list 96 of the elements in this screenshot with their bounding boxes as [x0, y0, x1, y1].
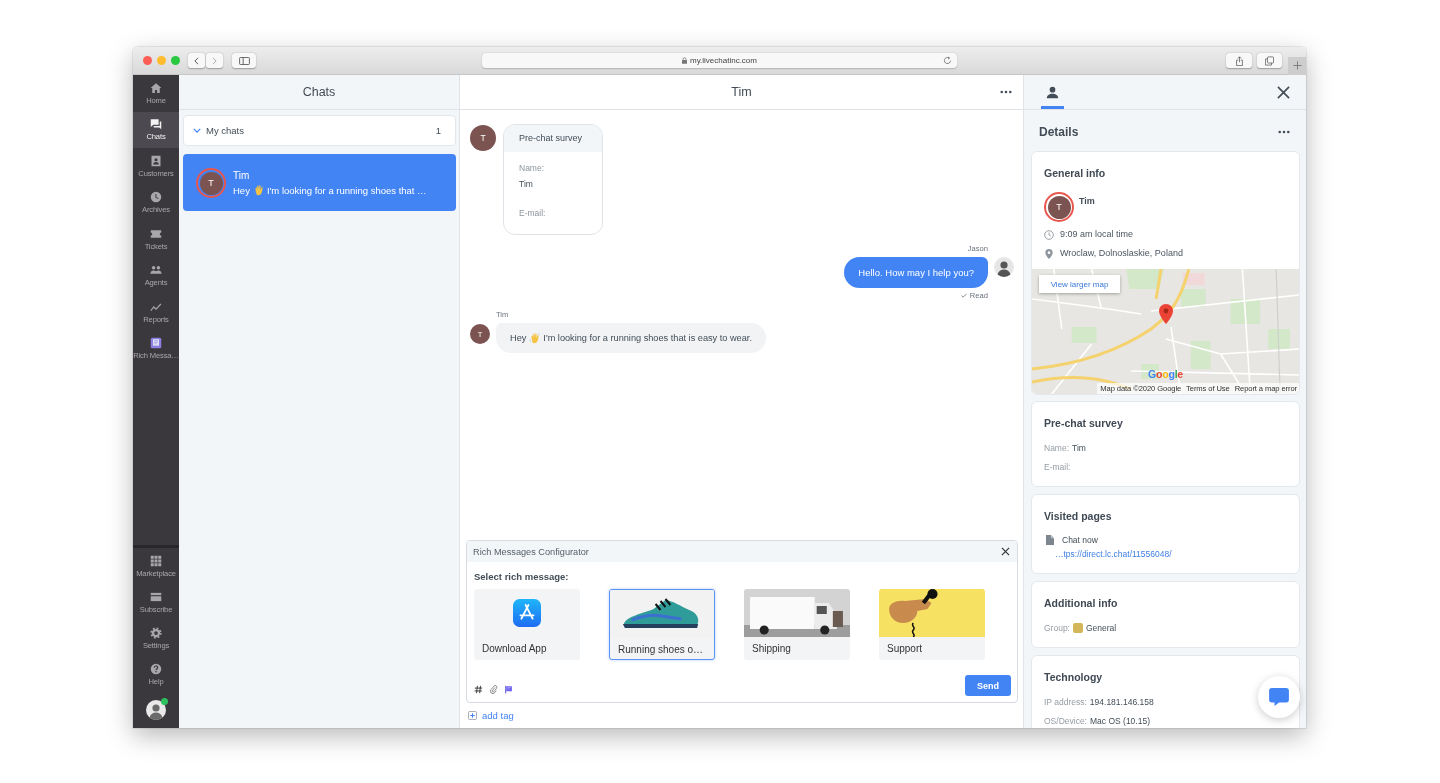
page-link[interactable]: …tps://direct.lc.chat/11556048/: [1055, 548, 1172, 560]
flag-icon[interactable]: [504, 685, 513, 694]
view-larger-map-button[interactable]: View larger map: [1039, 275, 1120, 293]
address-bar[interactable]: my.livechatinc.com: [482, 53, 957, 68]
people-icon: [150, 264, 162, 277]
plus-square-icon[interactable]: [468, 711, 477, 720]
page-title: Chat now: [1062, 534, 1098, 546]
speech-bubble-icon: [1269, 688, 1289, 706]
map-pin-icon: [1159, 304, 1173, 324]
card-title: Additional info: [1044, 596, 1118, 610]
grid-icon: [150, 554, 162, 567]
map-logo: Google: [1148, 368, 1183, 380]
rich-message-card[interactable]: Download App: [474, 589, 580, 660]
more-icon[interactable]: [1278, 130, 1290, 134]
chat-bubbles-icon: [150, 118, 162, 131]
person-icon: [1046, 85, 1059, 99]
rich-message-card[interactable]: Support: [879, 589, 985, 660]
rich-message-card[interactable]: Shipping: [744, 589, 850, 660]
waving-hand-icon: [252, 184, 264, 196]
location-text: Wroclaw, Dolnoslaskie, Poland: [1060, 247, 1183, 260]
plus-icon: [1292, 61, 1302, 70]
waving-hand-icon: [529, 332, 541, 344]
tabs-icon: [1265, 55, 1274, 66]
preview-text: I'm looking for a running shoes that …: [266, 184, 427, 196]
customer-name: Tim: [1079, 195, 1095, 207]
field-value: Mac OS (10.15): [1090, 715, 1150, 727]
add-tag-link[interactable]: add tag: [482, 710, 514, 721]
panel-title: Rich Messages Configurator: [473, 546, 589, 557]
location-pin-icon: [1044, 248, 1054, 259]
help-icon: [150, 662, 162, 675]
forward-button[interactable]: [206, 53, 223, 68]
field-label: Name:: [1044, 442, 1070, 454]
card-title: Visited pages: [1044, 509, 1112, 523]
prompt-text: Select rich message:: [474, 571, 569, 583]
customer-avatar: T: [1044, 192, 1074, 222]
local-time: 9:09 am local time: [1060, 228, 1134, 241]
share-icon: [1234, 55, 1244, 66]
conversation-title: Tim: [731, 85, 752, 99]
panel-title: Details: [1039, 125, 1079, 139]
chevron-left-icon: [194, 56, 199, 65]
sidebar-icon: [238, 56, 250, 65]
field-label: IP address:: [1044, 696, 1087, 708]
survey-card-header: Pre-chat survey: [504, 125, 602, 152]
lock-icon: [682, 57, 687, 64]
close-icon[interactable]: [1277, 85, 1290, 99]
clock-icon: [150, 191, 162, 204]
card-title: General info: [1044, 166, 1106, 180]
chevron-right-icon: [212, 56, 217, 65]
field-value: General: [1086, 622, 1117, 634]
contact-card-icon: [150, 154, 162, 167]
sidebar-toggle-button[interactable]: [232, 53, 256, 68]
field-label: E-mail:: [519, 207, 546, 220]
check-icon: [960, 293, 967, 298]
panel-title: Chats: [302, 85, 336, 99]
field-label: Group:: [1044, 622, 1070, 634]
field-value: Tim: [1072, 442, 1086, 454]
card-title: Pre-chat survey: [1044, 416, 1123, 430]
more-icon[interactable]: [1000, 90, 1012, 94]
rich-message-card[interactable]: Running shoes o…: [609, 589, 715, 660]
customer-avatar: T: [470, 125, 496, 151]
chat-count: 1: [435, 125, 441, 136]
card-title: Technology: [1044, 670, 1103, 684]
new-tab-button[interactable]: [1288, 56, 1306, 75]
field-value: 194.181.146.158: [1089, 696, 1154, 708]
back-button[interactable]: [188, 53, 205, 68]
field-label: E-mail:: [1044, 461, 1071, 473]
chat-name: Tim: [233, 169, 250, 181]
document-icon: [1046, 535, 1054, 545]
agent-avatar-icon[interactable]: [146, 700, 166, 720]
customer-avatar: T: [196, 167, 226, 198]
message-text: I'm looking for a running shoes that is easy to wear.: [543, 333, 752, 343]
agent-avatar-icon: [994, 257, 1014, 277]
credit-card-icon: [150, 590, 162, 603]
message-text: Hey: [510, 333, 527, 343]
field-value: Tim: [519, 178, 533, 191]
hash-icon[interactable]: [474, 685, 483, 694]
home-icon: [150, 81, 162, 94]
chat-list-item[interactable]: T Tim Hey I'm looking for a running shoes that …: [183, 154, 456, 211]
ticket-icon: [150, 227, 162, 240]
share-button[interactable]: [1226, 53, 1252, 68]
chat-group-header[interactable]: My chats 1: [183, 115, 456, 146]
send-button[interactable]: Send: [965, 675, 1011, 696]
close-icon[interactable]: [1001, 547, 1010, 556]
tabs-button[interactable]: [1257, 53, 1282, 68]
message-bubble: Hello. How may I help you?: [844, 257, 988, 288]
field-label: OS/Device:: [1044, 715, 1087, 727]
preview-text: Hey: [233, 184, 250, 196]
clock-icon: [1044, 229, 1054, 240]
gear-icon: [150, 626, 162, 639]
paperclip-icon[interactable]: [489, 685, 498, 694]
field-label: Name:: [519, 162, 545, 175]
reload-icon[interactable]: [943, 56, 952, 65]
app-tile-icon: [513, 599, 541, 627]
document-tile-icon: [150, 337, 162, 350]
map-drawing[interactable]: [1032, 269, 1299, 394]
close-window-icon[interactable]: [143, 56, 152, 65]
